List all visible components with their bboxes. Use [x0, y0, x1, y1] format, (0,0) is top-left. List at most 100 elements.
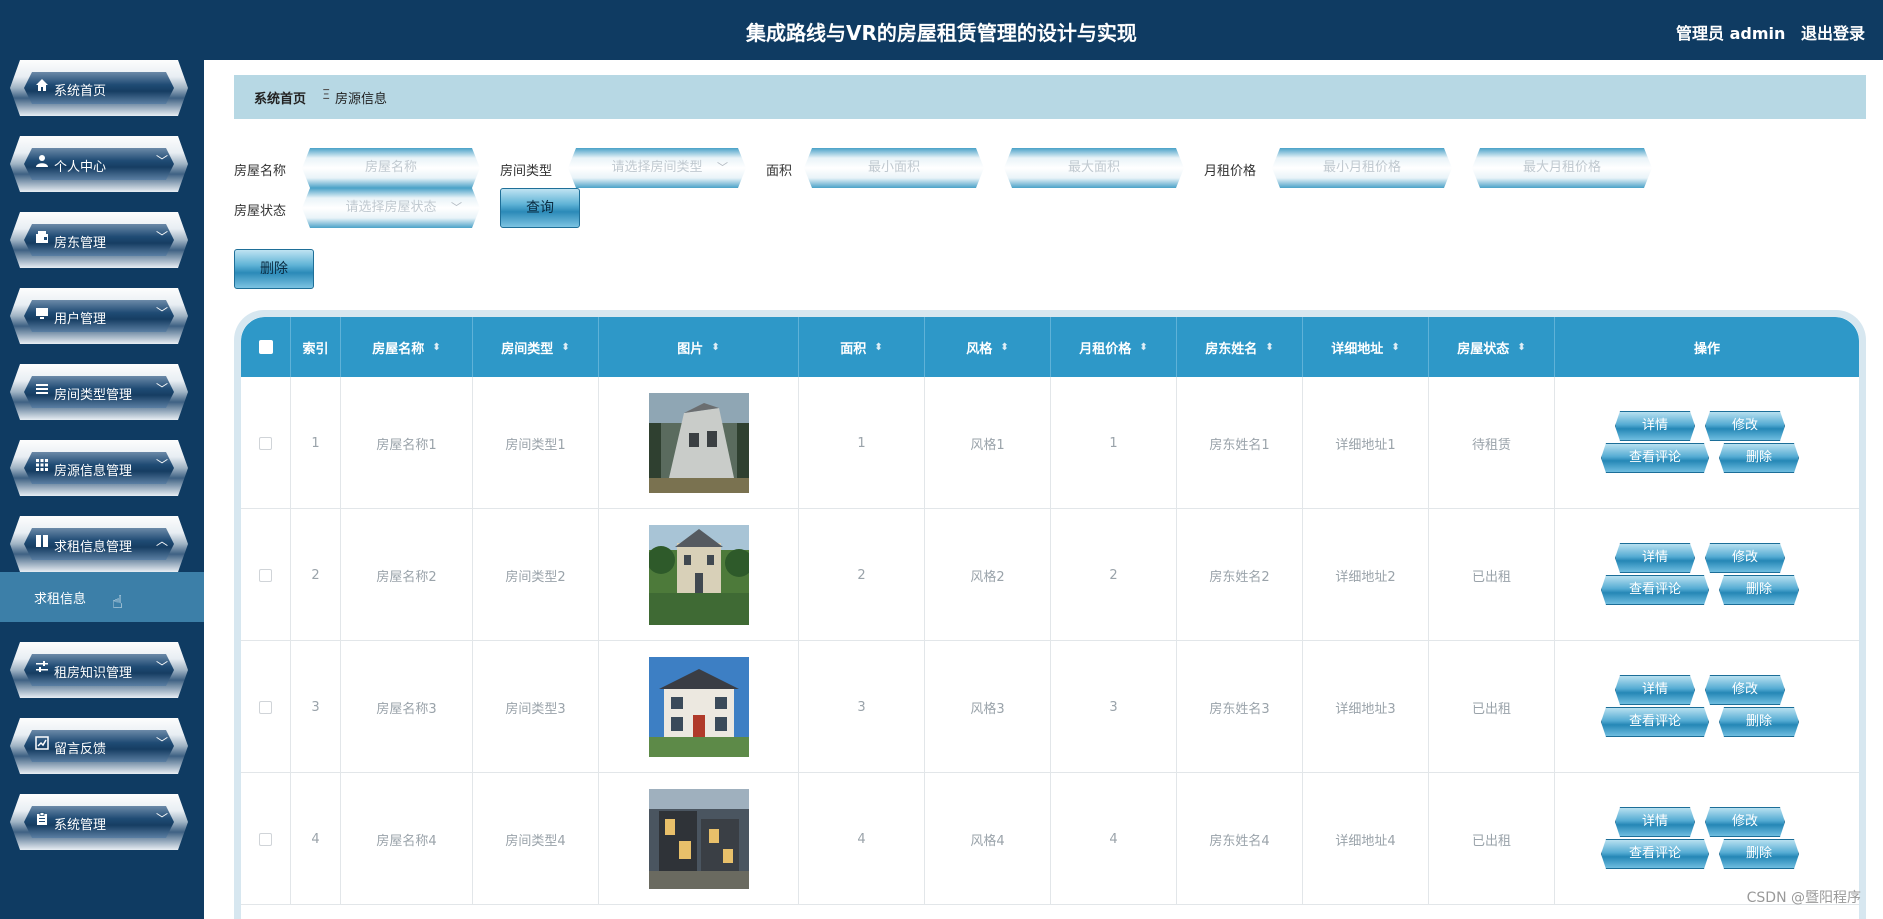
house-name-input[interactable]: 房屋名称 [302, 148, 480, 188]
sidebar-item-rental-requests[interactable]: 求租信息管理 ︿ [10, 516, 188, 572]
detail-button[interactable]: 详情 [1615, 411, 1695, 441]
watermark: CSDN @暨阳程序 [1746, 890, 1861, 906]
area-max-input[interactable]: 最大面积 [1004, 148, 1184, 188]
delete-button[interactable]: 删除 [1719, 707, 1799, 737]
submenu-item-rental-info[interactable]: 求租信息 ☝ [0, 572, 204, 622]
cell-status: 已出租 [1429, 509, 1555, 641]
sidebar-item-label: 求租信息管理 [54, 540, 133, 555]
cell-price: 2 [1051, 509, 1177, 641]
cell-area: 2 [799, 509, 925, 641]
row-checkbox[interactable] [259, 832, 272, 846]
cell-address: 详细地址4 [1303, 773, 1429, 905]
house-status-label: 房屋状态 [234, 204, 287, 219]
cell-room-type: 房间类型4 [473, 773, 599, 905]
sidebar-item-home[interactable]: 系统首页 [10, 60, 188, 116]
chevron-down-icon: ﹀ [717, 161, 728, 174]
cell-actions: 详情 修改 查看评论 删除 [1555, 641, 1859, 773]
grid-icon [34, 458, 50, 474]
cell-image [599, 509, 799, 641]
row-checkbox[interactable] [259, 568, 272, 582]
sidebar-item-personal-center[interactable]: 个人中心 ﹀ [10, 136, 188, 192]
sidebar-item-feedback[interactable]: 留言反馈 ﹀ [10, 718, 188, 774]
sidebar-item-listings[interactable]: 房源信息管理 ﹀ [10, 440, 188, 496]
house-photo[interactable] [648, 657, 749, 757]
select-all-checkbox[interactable] [258, 340, 273, 354]
top-bar: 集成路线与VR的房屋租赁管理的设计与实现 管理员 admin 退出登录 [0, 0, 1883, 60]
sort-icon: ⬍ [874, 341, 883, 353]
col-address[interactable]: 详细地址 ⬍ [1303, 317, 1429, 377]
logout-link[interactable]: 退出登录 [1801, 24, 1865, 43]
delete-button[interactable]: 删除 [1719, 575, 1799, 605]
detail-button[interactable]: 详情 [1615, 675, 1695, 705]
cell-house-name: 房屋名称3 [341, 641, 473, 773]
price-max-input[interactable]: 最大月租价格 [1472, 148, 1652, 188]
cell-address: 详细地址1 [1303, 377, 1429, 509]
cell-image [599, 377, 799, 509]
house-photo[interactable] [648, 525, 749, 625]
edit-button[interactable]: 修改 [1705, 411, 1785, 441]
view-comments-button[interactable]: 查看评论 [1601, 575, 1709, 605]
sidebar-item-label: 租房知识管理 [54, 666, 133, 681]
house-photo[interactable] [648, 393, 749, 493]
area-label: 面积 [766, 164, 793, 179]
sidebar-item-landlord[interactable]: 房东管理 ﹀ [10, 212, 188, 268]
cell-area: 1 [799, 377, 925, 509]
view-comments-button[interactable]: 查看评论 [1601, 839, 1709, 869]
col-index: 索引 [291, 317, 341, 377]
breadcrumb-home[interactable]: 系统首页 [254, 88, 306, 107]
chevron-down-icon: ﹀ [156, 660, 169, 674]
sort-icon: ⬍ [711, 341, 720, 353]
delete-button[interactable]: 删除 [1719, 839, 1799, 869]
sort-icon: ⬍ [1139, 341, 1148, 353]
cell-actions: 详情 修改 查看评论 删除 [1555, 509, 1859, 641]
sidebar-item-room-types[interactable]: 房间类型管理 ﹀ [10, 364, 188, 420]
chart-icon [34, 736, 50, 752]
house-status-select[interactable]: 请选择房屋状态 ﹀ [302, 188, 480, 228]
col-price[interactable]: 月租价格 ⬍ [1051, 317, 1177, 377]
col-landlord[interactable]: 房东姓名 ⬍ [1177, 317, 1303, 377]
user-name: 管理员 admin [1676, 24, 1786, 43]
edit-button[interactable]: 修改 [1705, 807, 1785, 837]
sliders-icon [34, 660, 50, 676]
house-photo[interactable] [648, 789, 749, 889]
cell-price: 3 [1051, 641, 1177, 773]
col-style[interactable]: 风格 ⬍ [925, 317, 1051, 377]
cell-room-type: 房间类型3 [473, 641, 599, 773]
sidebar-item-label: 系统管理 [54, 818, 107, 833]
cell-index: 4 [291, 773, 341, 905]
room-type-select[interactable]: 请选择房间类型 ﹀ [568, 148, 746, 188]
view-comments-button[interactable]: 查看评论 [1601, 443, 1709, 473]
cell-price: 1 [1051, 377, 1177, 509]
cell-house-name: 房屋名称4 [341, 773, 473, 905]
detail-button[interactable]: 详情 [1615, 543, 1695, 573]
sort-icon: ⬍ [1265, 341, 1274, 353]
edit-button[interactable]: 修改 [1705, 543, 1785, 573]
cell-style: 风格3 [925, 641, 1051, 773]
edit-button[interactable]: 修改 [1705, 675, 1785, 705]
sidebar-item-users[interactable]: 用户管理 ﹀ [10, 288, 188, 344]
col-house-name[interactable]: 房屋名称 ⬍ [341, 317, 473, 377]
sort-icon: ⬍ [1517, 341, 1526, 353]
cell-house-name: 房屋名称1 [341, 377, 473, 509]
row-checkbox[interactable] [259, 700, 272, 714]
col-room-type[interactable]: 房间类型 ⬍ [473, 317, 599, 377]
select-all-cell [241, 317, 291, 377]
detail-button[interactable]: 详情 [1615, 807, 1695, 837]
area-min-input[interactable]: 最小面积 [804, 148, 984, 188]
list-icon [34, 382, 50, 398]
col-status[interactable]: 房屋状态 ⬍ [1429, 317, 1555, 377]
view-comments-button[interactable]: 查看评论 [1601, 707, 1709, 737]
sidebar-item-rental-knowledge[interactable]: 租房知识管理 ﹀ [10, 642, 188, 698]
col-area[interactable]: 面积 ⬍ [799, 317, 925, 377]
chevron-down-icon: ﹀ [156, 736, 169, 750]
cell-status: 已出租 [1429, 641, 1555, 773]
listings-table: 索引 房屋名称 ⬍ 房间类型 ⬍ 图片 ⬍ 面积 ⬍ 风格 ⬍ 月租价格 ⬍ 房东姓名 ⬍ 详… [234, 310, 1866, 919]
query-button[interactable]: 查询 [500, 188, 580, 228]
price-min-input[interactable]: 最小月租价格 [1272, 148, 1452, 188]
sidebar-item-system[interactable]: 系统管理 ﹀ [10, 794, 188, 850]
bulk-delete-button[interactable]: 删除 [234, 249, 314, 289]
cell-price: 4 [1051, 773, 1177, 905]
col-image[interactable]: 图片 ⬍ [599, 317, 799, 377]
delete-button[interactable]: 删除 [1719, 443, 1799, 473]
row-checkbox[interactable] [259, 436, 272, 450]
